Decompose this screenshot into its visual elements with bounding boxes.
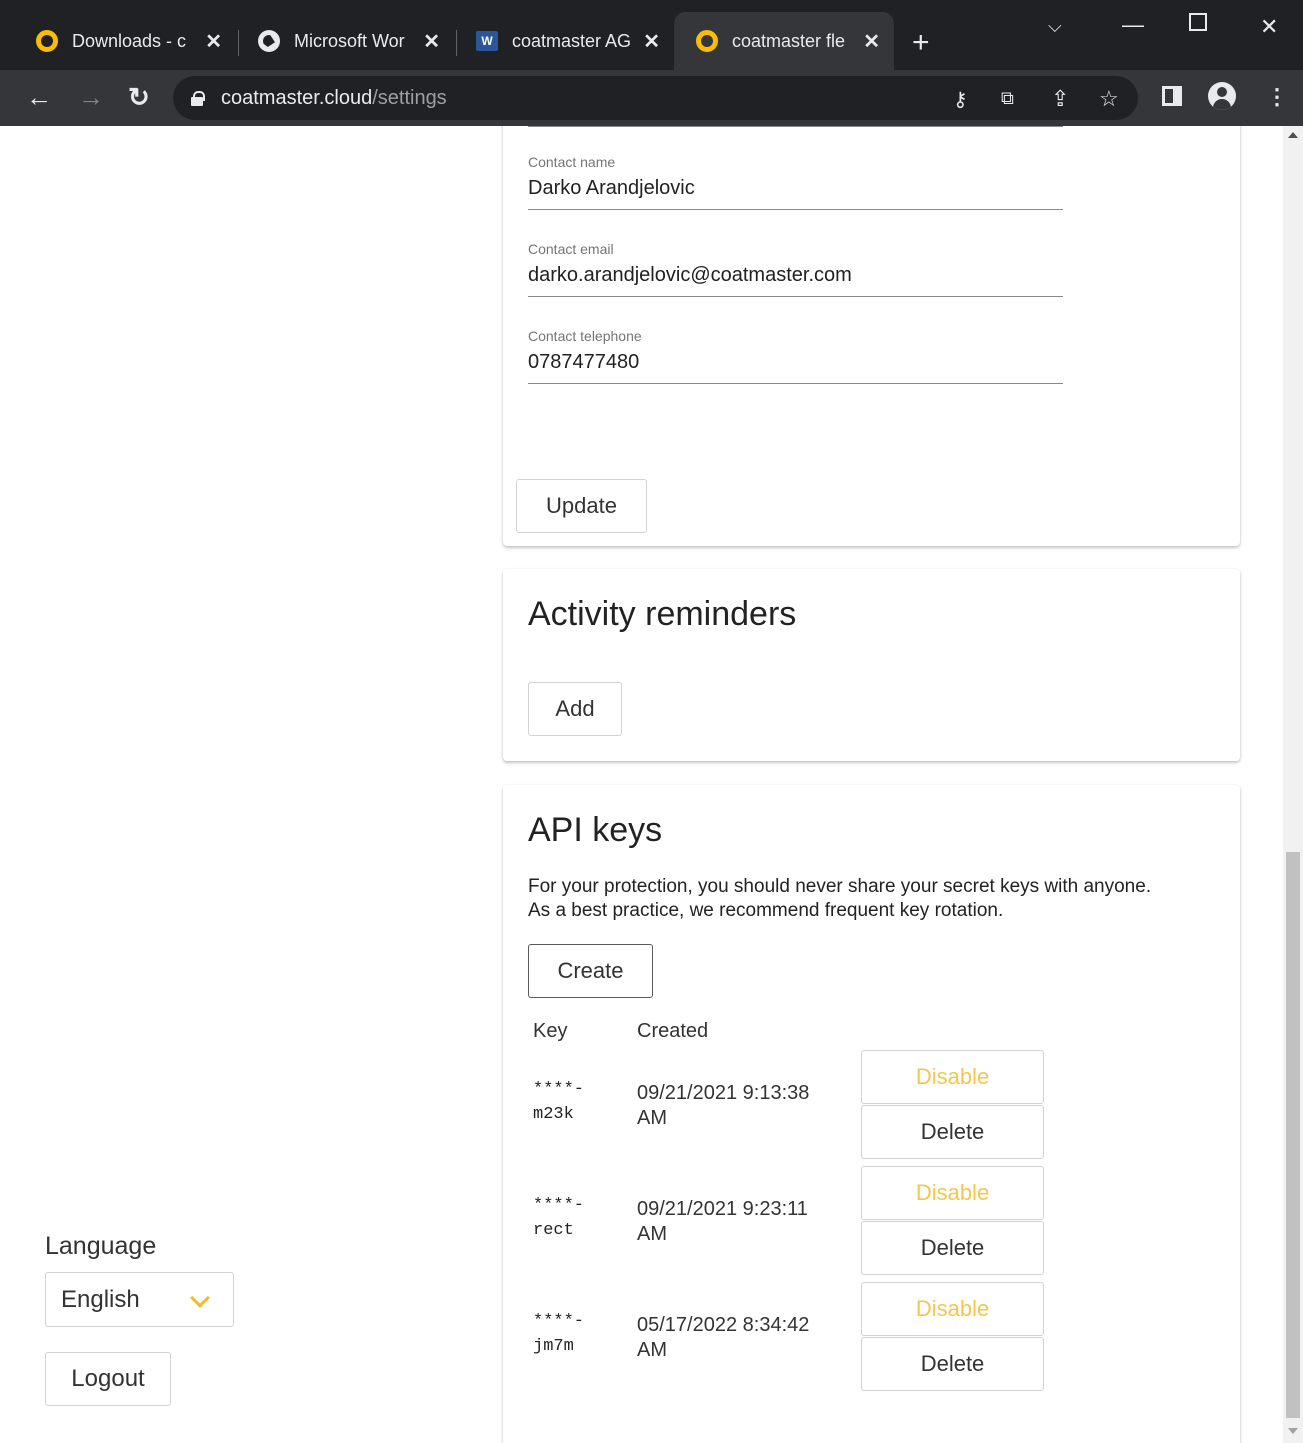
created-date: 05/17/2022 8:34:42: [637, 1314, 810, 1336]
browser-tab-strip: Downloads - c ✕ Microsoft Wor ✕ W coatma…: [0, 0, 1303, 70]
api-key-created: 09/21/2021 9:13:38 AM: [637, 1081, 837, 1131]
back-arrow-icon[interactable]: ←: [26, 82, 52, 112]
tab-search-chevron-icon[interactable]: ⌵: [1048, 16, 1062, 37]
page-content: Contact name Darko Arandjelovic Contact …: [0, 126, 1283, 1443]
logout-button[interactable]: Logout: [45, 1352, 171, 1406]
api-key-masked: ****- rect: [533, 1193, 603, 1243]
close-icon[interactable]: ✕: [643, 29, 660, 54]
contact-telephone-label: Contact telephone: [528, 328, 642, 344]
browser-tab-downloads[interactable]: Downloads - c ✕: [14, 12, 236, 70]
profile-avatar-icon[interactable]: [1208, 82, 1236, 110]
maximize-icon[interactable]: [1189, 13, 1207, 31]
globe-icon: [258, 30, 280, 52]
page-scrollbar[interactable]: [1283, 126, 1303, 1443]
contact-telephone-field[interactable]: Contact telephone 0787477480: [528, 328, 1063, 384]
forward-arrow-icon[interactable]: →: [78, 82, 104, 112]
api-key-prefix: ****-: [533, 1196, 585, 1215]
update-button[interactable]: Update: [516, 479, 647, 533]
chevron-down-icon: [190, 1288, 210, 1308]
browser-toolbar: ← → ↻ coatmaster.cloud/settings ⚷ ⧉ ⇪ ☆ …: [0, 70, 1303, 126]
ring-icon: [696, 30, 718, 52]
api-key-prefix: ****-: [533, 1312, 585, 1331]
delete-key-button[interactable]: Delete: [861, 1221, 1044, 1275]
word-icon: W: [476, 31, 498, 51]
column-header-key: Key: [533, 1020, 568, 1042]
activity-reminders-title: Activity reminders: [528, 595, 797, 633]
created-ampm: AM: [637, 1339, 667, 1361]
scroll-down-arrow-icon[interactable]: [1288, 1428, 1298, 1434]
disable-key-button[interactable]: Disable: [861, 1166, 1044, 1220]
browser-tab-microsoft-word[interactable]: Microsoft Wor ✕: [236, 12, 454, 70]
created-ampm: AM: [637, 1107, 667, 1129]
tab-title: coatmaster AG: [512, 30, 632, 51]
close-icon[interactable]: ✕: [205, 29, 222, 54]
contact-telephone-input[interactable]: 0787477480: [528, 351, 1063, 383]
ring-icon: [36, 30, 58, 52]
api-key-created: 09/21/2021 9:23:11 AM: [637, 1197, 837, 1247]
contact-email-input[interactable]: darko.arandjelovic@coatmaster.com: [528, 264, 1063, 296]
url-host: coatmaster.cloud: [221, 86, 373, 109]
translate-icon[interactable]: ⧉: [1001, 88, 1014, 109]
browser-tab-coatmaster-ag[interactable]: W coatmaster AG ✕: [454, 12, 674, 70]
reload-icon[interactable]: ↻: [128, 82, 150, 112]
side-panel-icon[interactable]: [1162, 86, 1182, 106]
contact-details-card: Contact name Darko Arandjelovic Contact …: [503, 126, 1240, 546]
url-path: /settings: [372, 86, 447, 109]
menu-kebab-icon[interactable]: ⋮: [1266, 84, 1288, 110]
key-icon[interactable]: ⚷: [953, 87, 968, 112]
language-select-value: English: [61, 1285, 140, 1313]
api-key-created: 05/17/2022 8:34:42 AM: [637, 1313, 837, 1363]
delete-key-button[interactable]: Delete: [861, 1337, 1044, 1391]
add-reminder-button[interactable]: Add: [528, 682, 622, 736]
address-bar[interactable]: coatmaster.cloud/settings ⚷ ⧉ ⇪ ☆: [173, 76, 1138, 120]
close-icon[interactable]: ✕: [423, 29, 440, 54]
bookmark-star-icon[interactable]: ☆: [1099, 86, 1119, 112]
minimize-icon[interactable]: —: [1122, 12, 1144, 38]
api-key-masked: ****- jm7m: [533, 1309, 603, 1359]
api-key-suffix: m23k: [533, 1105, 574, 1124]
contact-name-label: Contact name: [528, 154, 616, 170]
new-tab-plus-icon[interactable]: +: [912, 28, 930, 58]
created-date: 09/21/2021 9:13:38: [637, 1082, 810, 1104]
column-header-created: Created: [637, 1020, 709, 1042]
language-select[interactable]: English: [45, 1272, 234, 1327]
close-icon[interactable]: ✕: [863, 29, 880, 54]
created-ampm: AM: [637, 1223, 667, 1245]
api-key-masked: ****- m23k: [533, 1077, 603, 1127]
activity-reminders-card: Activity reminders Add: [503, 569, 1240, 761]
tab-title: Microsoft Wor: [294, 30, 405, 51]
create-api-key-button[interactable]: Create: [528, 944, 653, 998]
scrollbar-thumb[interactable]: [1286, 852, 1300, 1418]
api-keys-description: For your protection, you should never sh…: [528, 876, 1152, 921]
delete-key-button[interactable]: Delete: [861, 1105, 1044, 1159]
tab-title: coatmaster fle: [732, 30, 846, 51]
api-key-prefix: ****-: [533, 1080, 585, 1099]
contact-email-label: Contact email: [528, 241, 614, 257]
contact-name-field[interactable]: Contact name Darko Arandjelovic: [528, 154, 1063, 210]
language-label: Language: [45, 1232, 157, 1260]
contact-email-field[interactable]: Contact email darko.arandjelovic@coatmas…: [528, 241, 1063, 297]
share-icon[interactable]: ⇪: [1051, 86, 1069, 112]
previous-field-underline: [528, 126, 1063, 127]
disable-key-button[interactable]: Disable: [861, 1050, 1044, 1104]
api-key-suffix: rect: [533, 1221, 574, 1240]
disable-key-button[interactable]: Disable: [861, 1282, 1044, 1336]
lock-icon[interactable]: [191, 91, 205, 106]
api-keys-card: API keys For your protection, you should…: [503, 785, 1240, 1443]
contact-name-input[interactable]: Darko Arandjelovic: [528, 177, 1063, 209]
browser-tab-coatmaster-fleet[interactable]: coatmaster fle ✕: [674, 12, 894, 70]
api-keys-title: API keys: [528, 811, 663, 849]
scroll-up-arrow-icon[interactable]: [1288, 132, 1298, 138]
created-date: 09/21/2021 9:23:11: [637, 1198, 808, 1220]
window-close-icon[interactable]: ✕: [1260, 14, 1278, 40]
tab-title: Downloads - c: [72, 30, 187, 51]
api-key-suffix: jm7m: [533, 1337, 574, 1356]
